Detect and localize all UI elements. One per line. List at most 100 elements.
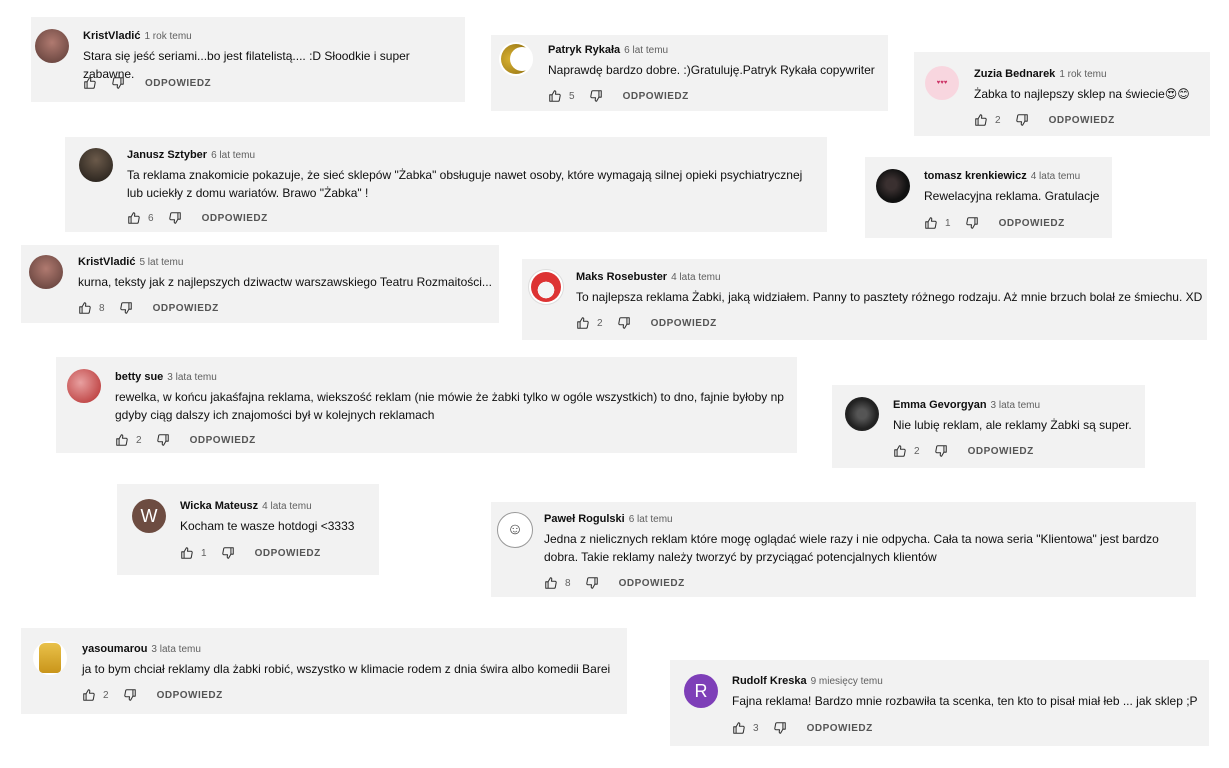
reply-button[interactable]: ODPOWIEDZ: [202, 213, 268, 224]
comment-time[interactable]: 4 lata temu: [671, 272, 720, 283]
thumb-up-icon[interactable]: [548, 89, 562, 103]
reply-button[interactable]: ODPOWIEDZ: [145, 78, 211, 89]
comment-author[interactable]: Janusz Sztyber 6 lat temu: [127, 149, 255, 161]
comment-card: Emma Gevorgyan 3 lata temu Nie lubię rekl…: [832, 385, 1145, 468]
thumb-down-icon[interactable]: [934, 444, 948, 458]
reply-button[interactable]: ODPOWIEDZ: [807, 723, 873, 734]
thumb-down-icon[interactable]: [965, 216, 979, 230]
avatar-letter: R: [694, 680, 708, 701]
avatar[interactable]: ♥♥♥: [925, 66, 959, 100]
comment-time[interactable]: 4 lata temu: [1031, 171, 1080, 182]
reply-button[interactable]: ODPOWIEDZ: [619, 578, 685, 589]
thumb-down-icon[interactable]: [119, 301, 133, 315]
reply-button[interactable]: ODPOWIEDZ: [651, 318, 717, 329]
comment-time[interactable]: 4 lata temu: [262, 501, 311, 512]
avatar[interactable]: W: [132, 499, 166, 533]
thumb-up-icon[interactable]: [115, 433, 129, 447]
logo-icon: ♥♥♥: [936, 80, 948, 86]
comment-text: To najlepsza reklama Żabki, jaką widział…: [576, 290, 1203, 304]
comment-time[interactable]: 3 lata temu: [167, 372, 216, 383]
comment-text: Żabka to najlepszy sklep na świecie😍😊: [974, 87, 1190, 101]
avatar[interactable]: R: [684, 674, 718, 708]
comment-time[interactable]: 1 rok temu: [1059, 69, 1106, 80]
comment-card: Patryk Rykała 6 lat temu Naprawdę bardzo …: [491, 35, 888, 111]
comment-text: ja to bym chciał reklamy dla żabki robić…: [82, 662, 611, 676]
avatar[interactable]: [33, 641, 67, 675]
thumb-up-icon[interactable]: [127, 211, 141, 225]
like-count: 2: [136, 434, 142, 446]
thumb-down-icon[interactable]: [156, 433, 170, 447]
comment-author[interactable]: Emma Gevorgyan 3 lata temu: [893, 399, 1040, 411]
comment-time[interactable]: 3 lata temu: [151, 644, 200, 655]
comment-card: R Rudolf Kreska 9 miesięcy temu Fajna rek…: [670, 660, 1209, 746]
comment-time[interactable]: 6 lat temu: [629, 514, 673, 525]
comment-author[interactable]: Rudolf Kreska 9 miesięcy temu: [732, 675, 883, 687]
thumb-up-icon[interactable]: [83, 76, 97, 90]
thumb-down-icon[interactable]: [773, 721, 787, 735]
comment-card: Maks Rosebuster 4 lata temu To najlepsza …: [522, 259, 1207, 340]
comment-time[interactable]: 6 lat temu: [211, 150, 255, 161]
comment-text: rewelka, w końcu jakaśfajna reklama, wie…: [115, 390, 784, 422]
comment-author[interactable]: betty sue 3 lata temu: [115, 371, 217, 383]
thumb-up-icon[interactable]: [893, 444, 907, 458]
comment-author[interactable]: yasoumarou 3 lata temu: [82, 643, 201, 655]
comment-time[interactable]: 3 lata temu: [991, 400, 1040, 411]
like-count: 6: [148, 212, 154, 224]
avatar[interactable]: [79, 148, 113, 182]
comment-card: ♥♥♥ Zuzia Bednarek 1 rok temu Żabka to na…: [914, 52, 1210, 136]
like-count: 2: [995, 114, 1001, 126]
bottle-icon: [39, 643, 61, 673]
comment-author[interactable]: KristVladić 5 lat temu: [78, 256, 183, 268]
comment-author[interactable]: Maks Rosebuster 4 lata temu: [576, 271, 721, 283]
thumb-up-icon[interactable]: [732, 721, 746, 735]
comment-card: ☺ Paweł Rogulski 6 lat temu Jedna z nieli…: [491, 502, 1196, 597]
like-count: 1: [945, 217, 951, 229]
avatar[interactable]: [528, 269, 564, 305]
comment-time[interactable]: 6 lat temu: [624, 45, 668, 56]
thumb-up-icon[interactable]: [180, 546, 194, 560]
reply-button[interactable]: ODPOWIEDZ: [1049, 115, 1115, 126]
reply-button[interactable]: ODPOWIEDZ: [999, 218, 1065, 229]
comment-author[interactable]: Zuzia Bednarek 1 rok temu: [974, 68, 1107, 80]
avatar[interactable]: [845, 397, 879, 431]
comment-time[interactable]: 1 rok temu: [144, 31, 191, 42]
thumb-down-icon[interactable]: [1015, 113, 1029, 127]
avatar[interactable]: [29, 255, 63, 289]
reply-button[interactable]: ODPOWIEDZ: [157, 690, 223, 701]
reply-button[interactable]: ODPOWIEDZ: [255, 548, 321, 559]
comment-author[interactable]: Wicka Mateusz 4 lata temu: [180, 500, 312, 512]
thumb-down-icon[interactable]: [168, 211, 182, 225]
thumb-up-icon[interactable]: [974, 113, 988, 127]
comment-author[interactable]: Patryk Rykała 6 lat temu: [548, 44, 668, 56]
comment-author[interactable]: KristVladić 1 rok temu: [83, 30, 192, 42]
avatar[interactable]: ☺: [497, 512, 533, 548]
thumb-up-icon[interactable]: [544, 576, 558, 590]
comment-time[interactable]: 5 lat temu: [139, 257, 183, 268]
comment-author[interactable]: tomasz krenkiewicz 4 lata temu: [924, 170, 1080, 182]
thumb-up-icon[interactable]: [576, 316, 590, 330]
comment-text: Jedna z nielicznych reklam które mogę og…: [544, 532, 1159, 564]
avatar[interactable]: [499, 42, 533, 76]
comment-text: Rewelacyjna reklama. Gratulacje: [924, 189, 1100, 203]
thumb-down-icon[interactable]: [123, 688, 137, 702]
avatar[interactable]: [35, 29, 69, 63]
avatar[interactable]: [67, 369, 101, 403]
thumb-down-icon[interactable]: [589, 89, 603, 103]
reply-button[interactable]: ODPOWIEDZ: [623, 91, 689, 102]
reply-button[interactable]: ODPOWIEDZ: [153, 303, 219, 314]
thumb-down-icon[interactable]: [111, 76, 125, 90]
cartoon-face-icon: [531, 272, 561, 302]
thumb-up-icon[interactable]: [82, 688, 96, 702]
comment-text: Ta reklama znakomicie pokazuje, że sieć …: [127, 168, 803, 200]
reply-button[interactable]: ODPOWIEDZ: [968, 446, 1034, 457]
thumb-down-icon[interactable]: [221, 546, 235, 560]
thumb-up-icon[interactable]: [78, 301, 92, 315]
comment-author[interactable]: Paweł Rogulski 6 lat temu: [544, 513, 673, 525]
like-count: 3: [753, 722, 759, 734]
avatar[interactable]: [876, 169, 910, 203]
comment-time[interactable]: 9 miesięcy temu: [811, 676, 883, 687]
thumb-up-icon[interactable]: [924, 216, 938, 230]
reply-button[interactable]: ODPOWIEDZ: [190, 435, 256, 446]
thumb-down-icon[interactable]: [617, 316, 631, 330]
thumb-down-icon[interactable]: [585, 576, 599, 590]
